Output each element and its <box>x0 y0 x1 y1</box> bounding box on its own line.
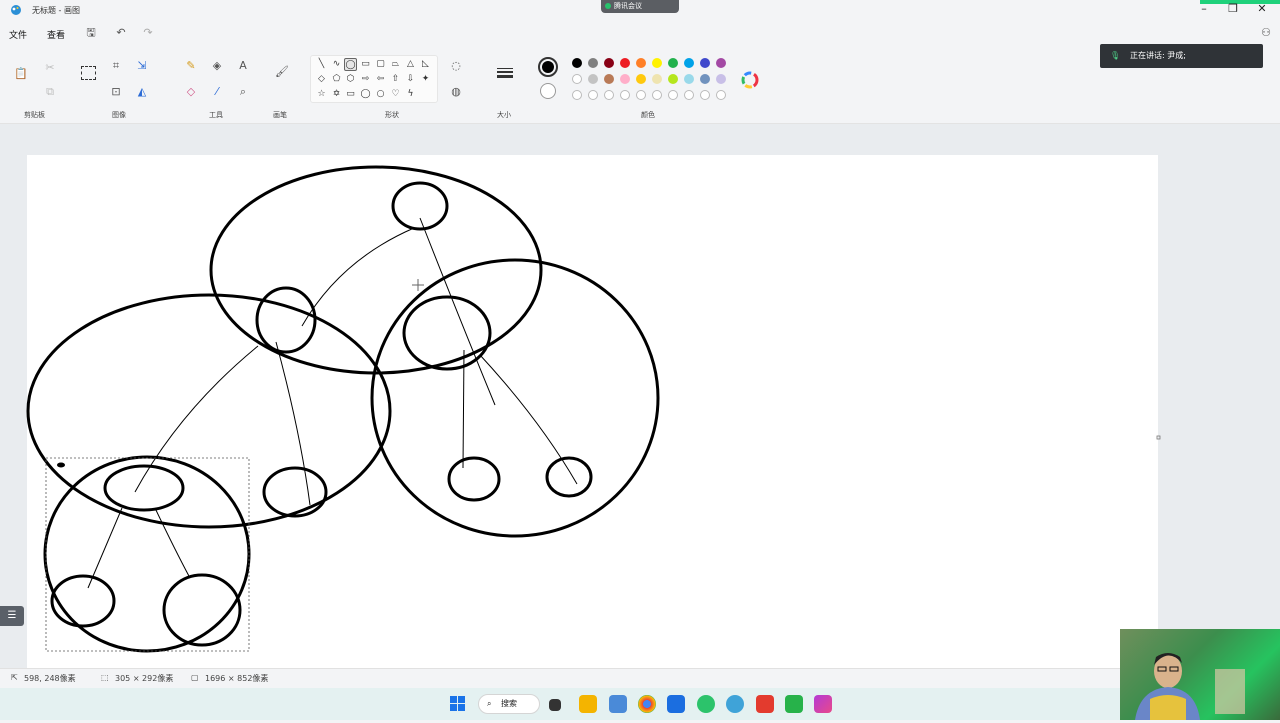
small-oval <box>447 456 501 502</box>
drawing-strokes <box>26 165 1161 653</box>
small-oval <box>255 286 317 354</box>
small-oval <box>262 466 328 518</box>
cursor-position: 598, 248像素 <box>24 674 76 683</box>
search-icon: ⌕ <box>487 699 492 708</box>
canvas-size-icon: ▢ <box>191 673 199 682</box>
large-oval-top <box>209 165 543 375</box>
large-oval-left <box>26 293 392 529</box>
chrome-icon[interactable] <box>638 695 656 713</box>
link-line <box>479 354 578 485</box>
large-oval-right <box>370 258 660 538</box>
webcam-overlay <box>1120 629 1280 720</box>
ide-green-icon[interactable] <box>785 695 803 713</box>
small-oval <box>103 464 185 512</box>
list-icon[interactable]: ☰ <box>0 606 24 626</box>
cursor-position-icon: ⇱ <box>11 673 18 682</box>
link-line <box>275 341 311 506</box>
selection-size-icon: ⬚ <box>101 673 109 682</box>
link-line <box>154 507 191 579</box>
start-icon[interactable] <box>450 696 465 711</box>
file-explorer-icon[interactable] <box>579 695 597 713</box>
link-line <box>87 507 123 589</box>
link-line <box>301 227 415 327</box>
selection-size: 305 × 292像素 <box>115 674 174 683</box>
large-oval-bottom <box>43 455 251 653</box>
paint-taskbar-icon[interactable] <box>609 695 627 713</box>
taskbar-search[interactable]: ⌕ 搜索 <box>478 694 540 714</box>
ink-dot <box>57 462 65 468</box>
ide-purple-icon[interactable] <box>814 695 832 713</box>
presenter-avatar <box>1135 653 1245 720</box>
task-view-icon[interactable] <box>549 699 561 711</box>
small-oval <box>545 456 593 498</box>
crosshair-cursor-icon <box>412 279 424 291</box>
small-oval <box>391 181 449 231</box>
photos-icon[interactable] <box>667 695 685 713</box>
canvas-size: 1696 × 852像素 <box>205 674 269 683</box>
ide-red-icon[interactable] <box>756 695 774 713</box>
canvas-resize-handle <box>1156 435 1161 440</box>
meeting-app-icon[interactable] <box>726 695 744 713</box>
small-oval <box>50 574 116 628</box>
small-oval <box>402 295 492 371</box>
taskbar-search-label: 搜索 <box>501 699 517 708</box>
wechat-icon[interactable] <box>697 695 715 713</box>
link-line <box>419 217 496 406</box>
